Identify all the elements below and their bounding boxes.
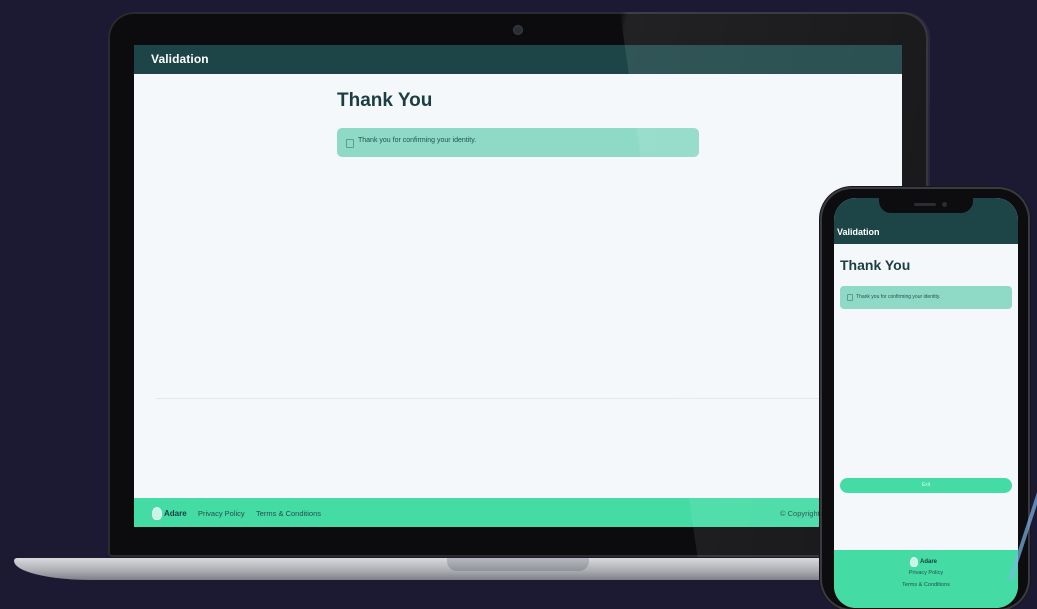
brand-title: Validation — [151, 52, 209, 66]
success-alert: Thank you for confirming your identity. — [337, 128, 699, 157]
terms-conditions-link[interactable]: Terms & Conditions — [256, 509, 321, 518]
privacy-policy-link[interactable]: Privacy Policy — [198, 509, 245, 518]
phone-page-title: Thank You — [840, 257, 911, 273]
phone-camera-icon — [942, 202, 947, 207]
info-icon — [346, 139, 354, 148]
phone-terms-conditions-link[interactable]: Terms & Conditions — [834, 582, 1018, 588]
phone-info-icon — [847, 294, 853, 301]
alert-message: Thank you for confirming your identity. — [358, 137, 477, 144]
phone-success-alert: Thank you for confirming your identity. — [840, 286, 1012, 309]
header-bar: Validation — [134, 45, 902, 74]
adare-logo[interactable]: Adare — [152, 506, 187, 520]
logo-text: Adare — [164, 508, 187, 518]
webcam-icon — [514, 26, 522, 34]
phone-brand-title: Validation — [837, 227, 880, 237]
exit-button[interactable]: Exit — [840, 478, 1012, 493]
phone-privacy-policy-link[interactable]: Privacy Policy — [834, 570, 1018, 576]
copyright-text: © Copyright — [780, 509, 820, 518]
phone-alert-message: Thank you for confirming your identity. — [856, 294, 941, 300]
phone-adare-logo-icon — [910, 557, 918, 567]
adare-logo-icon — [152, 506, 162, 520]
phone-adare-logo[interactable]: Adare — [910, 557, 937, 567]
phone-screen: Validation Thank You Thank you for confi… — [834, 198, 1018, 608]
laptop-opening-notch — [447, 558, 589, 571]
divider — [156, 398, 902, 399]
footer: Adare Privacy Policy Terms & Conditions … — [134, 498, 902, 527]
laptop-screen: Validation Thank You Thank you for confi… — [134, 45, 902, 527]
page-title: Thank You — [337, 90, 433, 111]
phone-logo-text: Adare — [920, 559, 938, 565]
phone-speaker — [914, 203, 936, 206]
phone-footer: Adare Privacy Policy Terms & Conditions — [834, 550, 1018, 608]
